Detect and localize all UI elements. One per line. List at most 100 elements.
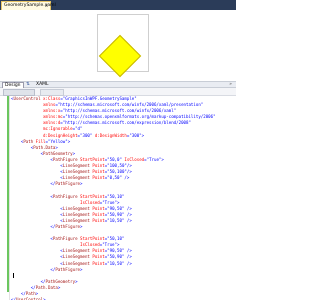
code-token: xmlns:d: [11, 120, 61, 126]
code-token: Path: [23, 138, 34, 144]
code-token: xmlns:mc: [11, 114, 63, 120]
code-token: <: [11, 169, 63, 175]
code-token: xmlns:x: [11, 108, 61, 114]
code-token: mc:Ignorable: [11, 126, 73, 132]
code-token: />: [126, 163, 132, 169]
swap-icon[interactable]: ⇅: [24, 82, 32, 87]
code-token: PathFigure: [55, 266, 81, 272]
code-token: xmlns: [11, 102, 56, 108]
code-token: >: [55, 144, 58, 150]
code-token: PathFigure: [55, 181, 81, 187]
code-token: </: [11, 291, 26, 296]
code-token: "True": [146, 156, 162, 162]
code-token: UserControl: [13, 96, 41, 101]
code-token: />: [124, 217, 132, 223]
element-selector-dropdown[interactable]: [3, 89, 35, 96]
code-token: <: [11, 144, 34, 150]
design-surface[interactable]: [0, 10, 236, 81]
code-token: "http://schemas.microsoft.com/winfx/2006…: [57, 102, 204, 108]
code-token: "http://schemas.microsoft.com/expression…: [62, 120, 191, 126]
document-tab-title: GeometrySample.xaml: [4, 3, 56, 8]
code-token: StartPoint: [77, 156, 105, 162]
close-icon[interactable]: x: [45, 2, 48, 10]
code-token: "10,50": [107, 260, 125, 266]
code-token: >: [67, 138, 71, 144]
code-token: Point: [89, 169, 105, 175]
member-selector-dropdown[interactable]: [40, 89, 64, 96]
code-token: Point: [89, 211, 105, 217]
code-token: <: [11, 175, 63, 181]
code-token: <: [11, 156, 53, 162]
code-token: PathFigure: [55, 223, 81, 229]
code-token: Point: [89, 260, 105, 266]
code-token: >: [72, 150, 76, 156]
code-token: LineSegment: [62, 169, 90, 175]
change-tracking-bar: [7, 96, 9, 292]
code-token: </: [11, 284, 36, 290]
code-token: "50,10": [107, 193, 125, 199]
code-token: <: [11, 260, 63, 266]
code-token: PathFigure: [52, 236, 78, 242]
code-token: <: [11, 236, 53, 242]
code-token: "10,50": [107, 217, 125, 223]
xaml-code-editor[interactable]: <UserControl x:Class="GraphicsInWPF.Geom…: [0, 96, 236, 300]
collapse-pane-icon[interactable]: »: [227, 82, 234, 87]
code-token: <: [11, 211, 63, 217]
code-token: "300": [129, 132, 142, 138]
code-token: LineSegment: [62, 248, 90, 254]
code-token: PathFigure: [52, 193, 78, 199]
code-token: "Yellow": [47, 138, 68, 144]
code-token: "d": [75, 126, 83, 132]
code-token: />: [124, 260, 132, 266]
code-token: "50,100": [107, 169, 127, 175]
code-token: "90,50": [107, 205, 125, 211]
code-token: "True": [102, 199, 117, 205]
code-token: "300": [80, 132, 93, 138]
code-token: Point: [89, 175, 105, 181]
document-tab-strip: GeometrySample.xaml x: [0, 0, 236, 10]
code-token: "100,50": [107, 163, 127, 169]
code-token: </: [11, 181, 56, 187]
xaml-tab[interactable]: XAML: [34, 82, 51, 87]
code-token: Path: [25, 291, 36, 296]
code-token: >: [161, 156, 164, 162]
code-token: />: [124, 248, 132, 254]
code-token: IsClosed: [121, 156, 145, 162]
code-token: d:DesignWidth: [92, 132, 127, 138]
code-token: "True": [102, 242, 117, 248]
code-token: Point: [89, 248, 105, 254]
document-tab[interactable]: GeometrySample.xaml x: [1, 1, 56, 10]
code-token: LineSegment: [62, 254, 90, 260]
code-token: <: [11, 193, 53, 199]
code-token: LineSegment: [62, 217, 90, 223]
code-token: <: [11, 217, 63, 223]
code-token: </: [11, 223, 56, 229]
code-token: PathFigure: [52, 156, 78, 162]
code-token: "50,90": [107, 254, 125, 260]
code-token: Path.Data: [35, 284, 58, 290]
code-token: >: [80, 181, 83, 187]
code-token: >: [117, 199, 120, 205]
ide-window: GeometrySample.xaml x Design ⇅ XAML » < U…: [0, 0, 236, 300]
code-token: >: [117, 242, 120, 248]
code-token: d:DesignHeight: [11, 132, 78, 138]
code-token: >: [57, 284, 61, 290]
code-token: Point: [89, 205, 105, 211]
code-token: <: [11, 205, 63, 211]
code-token: </: [11, 278, 46, 284]
code-token: <: [11, 248, 63, 254]
code-token: x:Class: [40, 96, 61, 101]
code-token: "50,10": [107, 236, 125, 242]
code-token: />: [124, 211, 132, 217]
code-token: StartPoint: [77, 236, 105, 242]
code-token: >: [141, 132, 145, 138]
code-token: "http://schemas.microsoft.com/winfx/2006…: [62, 108, 177, 114]
code-token: LineSegment: [62, 205, 90, 211]
code-token: StartPoint: [77, 193, 105, 199]
xaml-breadcrumb-bar: [0, 88, 236, 96]
code-token: />: [124, 205, 132, 211]
code-text[interactable]: <UserControl x:Class="GraphicsInWPF.Geom…: [11, 96, 233, 300]
code-token: Path.Data: [33, 144, 56, 150]
code-token: >: [80, 223, 83, 229]
code-token: "50,0": [107, 156, 122, 162]
